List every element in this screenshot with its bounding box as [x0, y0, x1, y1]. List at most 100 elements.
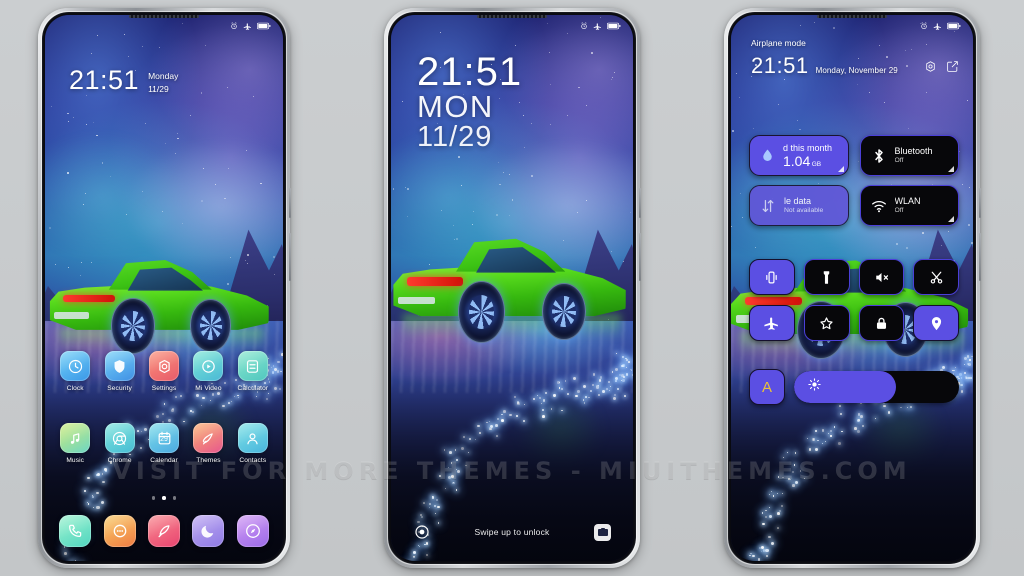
shield-icon[interactable] [104, 351, 135, 381]
tile-mobile-data[interactable]: le data Not available [749, 185, 849, 226]
phone-icon[interactable] [59, 515, 92, 547]
play-icon[interactable] [193, 351, 224, 381]
battery-icon [947, 22, 961, 30]
page-indicator[interactable] [45, 496, 283, 500]
calendar-icon[interactable]: 29 [149, 423, 180, 453]
tile-title: d this month [783, 142, 833, 153]
brightness-slider[interactable] [794, 371, 959, 403]
message-icon[interactable] [103, 515, 136, 547]
page-dot[interactable] [172, 496, 177, 500]
earpiece-speaker [129, 15, 199, 18]
wallpaper [45, 15, 283, 561]
volume-up-button[interactable] [639, 188, 641, 218]
music-note-icon[interactable] [60, 423, 91, 453]
toggle-favorites[interactable] [803, 305, 850, 341]
sun-icon [808, 378, 821, 396]
app-label: Themes [196, 457, 221, 464]
bluetooth-icon [870, 147, 888, 165]
earpiece-speaker [477, 15, 547, 18]
app-item[interactable]: Security [97, 351, 141, 392]
app-item[interactable]: Settings [142, 351, 186, 392]
lock-clock-date: 11/29 [417, 121, 493, 153]
home-clock-datestr: 11/29 [148, 84, 169, 95]
page-dot[interactable] [151, 496, 156, 500]
app-item[interactable]: 29 Calendar [142, 423, 186, 464]
volume-up-button[interactable] [289, 188, 291, 218]
airplane-icon [593, 22, 602, 31]
edit-icon[interactable] [946, 60, 959, 78]
clock-icon[interactable] [60, 351, 91, 381]
dock-item[interactable] [186, 515, 230, 547]
wifi-icon [870, 197, 888, 215]
lock-bottom-bar: Swipe up to unlock [391, 517, 633, 547]
control-center-header: 21:51 Monday, November 29 [751, 55, 959, 78]
calculator-icon[interactable] [237, 351, 268, 381]
volume-up-button[interactable] [979, 188, 981, 218]
power-button[interactable] [639, 233, 641, 281]
toggle-screenshot[interactable] [913, 259, 959, 295]
brush-icon[interactable] [193, 423, 224, 453]
data-drop-icon [759, 147, 776, 164]
cc-date: Monday, November 29 [815, 66, 898, 75]
phone-frame: 21:51 Monday 11/29 Clock Security Settings… [38, 8, 291, 568]
toggle-screen-lock[interactable] [858, 305, 905, 341]
phone1-screen: 21:51 Monday 11/29 Clock Security Settings… [45, 15, 283, 561]
toggle-location[interactable] [913, 305, 959, 341]
settings-gear-icon[interactable] [924, 60, 937, 78]
alarm-icon [920, 22, 928, 30]
flashlight-icon [818, 269, 835, 286]
auto-brightness-button[interactable]: A [749, 369, 785, 405]
scissors-icon [928, 269, 945, 286]
app-item[interactable]: Contacts [231, 423, 275, 464]
tile-expand-corner[interactable] [948, 216, 954, 222]
battery-icon [257, 22, 271, 30]
car-illustration [393, 233, 626, 343]
dock-item[interactable] [53, 515, 97, 547]
dock-item[interactable] [231, 515, 275, 547]
home-clock-weekday: Monday [148, 71, 179, 81]
app-item[interactable]: Clock [53, 351, 97, 392]
app-item[interactable]: Music [53, 423, 97, 464]
dock-item[interactable] [97, 515, 141, 547]
app-label: Music [66, 457, 85, 464]
tile-subtitle: Off [894, 206, 904, 214]
app-item[interactable]: Chrome [97, 423, 141, 464]
app-item[interactable]: Themes [186, 423, 230, 464]
tile-expand-corner[interactable] [948, 166, 954, 172]
feather-icon[interactable] [148, 515, 181, 547]
toggle-silent[interactable] [858, 259, 905, 295]
phone3-screen: Airplane mode 21:51 Monday, November 29 [731, 15, 973, 561]
compass-icon[interactable] [236, 515, 269, 547]
lock-clock-time: 21:51 [417, 50, 523, 94]
speaker-mute-icon [873, 269, 890, 286]
app-grid-row-2: Music Chrome 29 Calendar Themes Contacts [45, 423, 283, 464]
lock-clock-widget: 21:51 MON 11/29 [417, 50, 523, 153]
small-toggles-grid [749, 259, 959, 341]
home-clock-time: 21:51 [69, 65, 140, 95]
tile-expand-corner[interactable] [837, 166, 844, 172]
tile-value: 1.04 GB [783, 152, 822, 169]
chrome-icon[interactable] [104, 423, 135, 453]
big-tiles-grid: d this month 1.04 GB Bluetooth Off le data Not… [749, 135, 959, 226]
toggle-flashlight[interactable] [803, 259, 850, 295]
moon-icon[interactable] [192, 515, 225, 547]
power-button[interactable] [979, 233, 981, 281]
app-item[interactable]: Mi Video [186, 351, 230, 392]
camera-icon[interactable] [594, 523, 611, 541]
person-icon[interactable] [237, 423, 268, 453]
page-dot[interactable] [162, 496, 166, 500]
toggle-airplane-mode[interactable] [749, 305, 795, 341]
power-button[interactable] [289, 233, 291, 281]
tile-bluetooth[interactable]: Bluetooth Off [859, 135, 959, 176]
toggle-vibrate[interactable] [749, 259, 795, 295]
dock-item[interactable] [142, 515, 186, 547]
tile-data-usage[interactable]: d this month 1.04 GB [749, 135, 849, 176]
tile-title: Bluetooth [894, 146, 933, 157]
app-item[interactable]: Calculator [231, 351, 275, 392]
phone-home-screen: 21:51 Monday 11/29 Clock Security Settings… [38, 8, 291, 568]
tile-wlan[interactable]: WLAN Off [859, 185, 959, 226]
gear-icon[interactable] [149, 351, 180, 381]
home-clock-widget[interactable]: 21:51 Monday 11/29 [69, 67, 178, 96]
record-circle-icon[interactable] [413, 524, 430, 541]
phone-bezel: 21:51 Monday 11/29 Clock Security Settings… [42, 12, 286, 564]
